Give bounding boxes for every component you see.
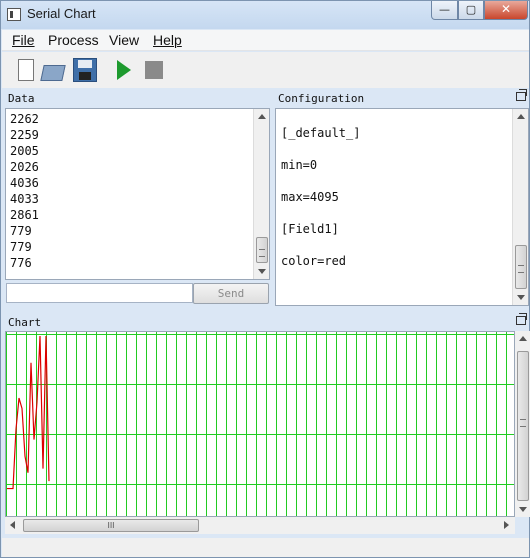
chart-horizontal-scrollbar[interactable]: III xyxy=(5,517,515,534)
scroll-down-icon[interactable] xyxy=(517,295,525,300)
minimize-button[interactable]: — xyxy=(431,1,458,20)
send-button[interactable]: Send xyxy=(193,283,269,304)
data-scroll-thumb[interactable] xyxy=(256,237,268,263)
scroll-up-icon[interactable] xyxy=(258,114,266,119)
status-bar xyxy=(2,538,529,557)
data-line: 2259 xyxy=(10,128,39,142)
menu-help[interactable]: Help xyxy=(153,32,182,48)
scroll-right-icon[interactable] xyxy=(504,521,509,529)
new-document-icon[interactable] xyxy=(14,58,38,82)
chart-hscroll-thumb[interactable]: III xyxy=(23,519,199,532)
app-icon xyxy=(7,8,21,21)
window-title: Serial Chart xyxy=(27,6,96,21)
menu-file-label: File xyxy=(12,32,35,48)
app-window: Serial Chart — ▢ ✕ File Process View Hel… xyxy=(0,0,530,558)
chart-vertical-scrollbar[interactable] xyxy=(515,331,530,517)
menu-view[interactable]: View xyxy=(109,32,139,48)
config-line: [_default_] xyxy=(281,126,361,140)
data-lines: 2262 2259 2005 2026 4036 4033 2861 779 7… xyxy=(10,111,39,271)
data-line: 779 xyxy=(10,224,32,238)
maximize-button[interactable]: ▢ xyxy=(458,1,484,20)
config-scroll-thumb[interactable] xyxy=(515,245,527,289)
config-panel-title: Configuration xyxy=(278,92,365,105)
run-play-icon[interactable] xyxy=(112,58,136,82)
chart-vscroll-thumb[interactable] xyxy=(517,351,529,501)
data-line: 2005 xyxy=(10,144,39,158)
data-line: 2861 xyxy=(10,208,39,222)
config-panel-header: Configuration xyxy=(275,89,529,107)
data-line: 2026 xyxy=(10,160,39,174)
scroll-left-icon[interactable] xyxy=(10,521,15,529)
stop-square-icon[interactable] xyxy=(142,58,166,82)
send-input[interactable] xyxy=(6,283,193,303)
title-bar[interactable]: Serial Chart — ▢ ✕ xyxy=(1,1,529,29)
open-folder-icon[interactable] xyxy=(41,58,65,82)
config-line: color=red xyxy=(281,254,347,268)
chart-panel-header: Chart xyxy=(5,313,529,331)
menu-bar: File Process View Help xyxy=(2,30,529,51)
config-line: min=0 xyxy=(281,158,318,172)
menu-file[interactable]: File xyxy=(12,32,35,48)
save-disk-icon[interactable] xyxy=(73,58,97,82)
data-line: 776 xyxy=(10,256,32,270)
menu-process[interactable]: Process xyxy=(48,32,99,48)
data-line: 4033 xyxy=(10,192,39,206)
config-line: max=4095 xyxy=(281,190,339,204)
undock-icon[interactable] xyxy=(516,313,527,325)
close-button[interactable]: ✕ xyxy=(484,1,528,20)
data-panel-title: Data xyxy=(8,92,35,105)
data-line: 779 xyxy=(10,240,32,254)
config-vertical-scrollbar[interactable] xyxy=(512,109,528,305)
series-line xyxy=(7,335,50,490)
toolbar xyxy=(2,52,529,88)
config-line: [Field1] xyxy=(281,222,339,236)
scroll-down-icon[interactable] xyxy=(258,269,266,274)
data-text-area[interactable]: 2262 2259 2005 2026 4036 4033 2861 779 7… xyxy=(5,108,270,280)
chart-svg xyxy=(6,332,514,516)
menu-help-label: Help xyxy=(153,32,182,48)
data-panel-header: Data xyxy=(5,90,271,107)
config-text-area[interactable]: [_default_] min=0 max=4095 [Field1] colo… xyxy=(275,108,529,306)
chart-panel-title: Chart xyxy=(8,316,42,329)
chart-area[interactable] xyxy=(5,331,515,517)
scroll-up-icon[interactable] xyxy=(519,336,527,341)
config-lines: [_default_] min=0 max=4095 [Field1] colo… xyxy=(281,125,360,285)
scroll-down-icon[interactable] xyxy=(519,507,527,512)
scroll-up-icon[interactable] xyxy=(517,114,525,119)
data-line: 4036 xyxy=(10,176,39,190)
data-line: 2262 xyxy=(10,112,39,126)
undock-icon[interactable] xyxy=(516,89,527,101)
data-vertical-scrollbar[interactable] xyxy=(253,109,269,279)
